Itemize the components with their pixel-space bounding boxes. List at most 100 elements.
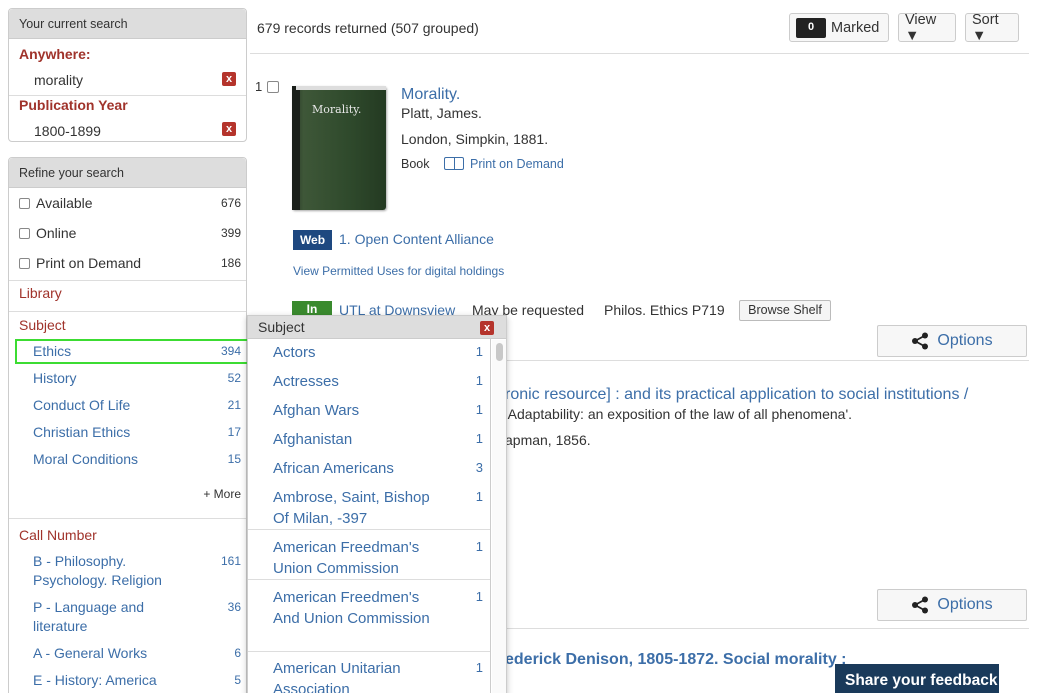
record2-note: 'Adaptability: an exposition of the law … — [505, 406, 853, 422]
popup-subject-american-unitarian[interactable]: American Unitarian Association 1 — [273, 658, 485, 693]
remove-anywhere-icon[interactable]: x — [222, 72, 236, 86]
facet-subject-christian-ethics[interactable]: Christian Ethics 17 — [33, 423, 242, 442]
subject-popup-header: Subject x — [248, 316, 506, 339]
divider — [250, 53, 1029, 54]
sort-dropdown[interactable]: Sort ▼ — [965, 12, 1019, 44]
close-icon[interactable]: x — [480, 321, 494, 335]
remove-pubyear-icon[interactable]: x — [222, 122, 236, 136]
facet-count: 15 — [227, 452, 241, 466]
divider — [248, 529, 490, 530]
book-spine — [292, 86, 300, 210]
popup-subject-afghanistan[interactable]: Afghanistan 1 — [273, 429, 485, 450]
record2-title-link[interactable]: ronic resource] : and its practical appl… — [505, 386, 968, 404]
record-format: Book — [401, 157, 430, 171]
criterion-value-anywhere: morality — [34, 72, 84, 88]
record2-options-button[interactable]: Options — [877, 589, 1027, 621]
share-icon — [912, 332, 929, 350]
popup-item-label: African Americans — [273, 460, 394, 477]
divider — [9, 280, 246, 281]
popup-scrollbar-thumb[interactable] — [496, 343, 503, 361]
selected-facet-highlight — [15, 339, 254, 364]
browse-shelf-button[interactable]: Browse Shelf — [739, 300, 831, 321]
facet-label: P - Language and literature — [33, 599, 145, 634]
divider — [248, 579, 490, 580]
filter-count: 186 — [220, 256, 241, 270]
record1-options-button[interactable]: Options — [877, 325, 1027, 357]
facet-call-number-a[interactable]: A - General Works 6 — [33, 644, 242, 663]
record-number: 1 — [255, 79, 263, 94]
popup-scrollbar[interactable] — [492, 340, 506, 693]
facet-subject-history[interactable]: History 52 — [33, 369, 242, 388]
popup-item-count: 1 — [475, 431, 483, 446]
online-access-link[interactable]: 1. Open Content Alliance — [339, 231, 494, 247]
facet-count: 36 — [227, 600, 241, 614]
facet-count: 161 — [220, 554, 241, 568]
facet-call-number-b[interactable]: B - Philosophy. Psychology. Religion 161 — [33, 552, 242, 590]
book-cover-title: Morality. — [312, 103, 362, 116]
popup-item-count: 1 — [475, 344, 483, 359]
facet-label: Moral Conditions — [33, 451, 139, 467]
marked-count: 0 — [807, 20, 815, 33]
criterion-field-pubyear: Publication Year — [19, 97, 128, 113]
popup-item-label: Actors — [273, 344, 316, 361]
records-count: 679 records returned (507 grouped) — [257, 20, 479, 36]
marked-label: Marked — [831, 19, 880, 36]
criterion-value-pubyear: 1800-1899 — [34, 123, 101, 139]
popup-subject-american-freedmens-and-union[interactable]: American Freedmen's And Union Commission… — [273, 587, 485, 629]
popup-subject-american-freedmans-union[interactable]: American Freedman's Union Commission 1 — [273, 537, 485, 579]
open-book-icon — [444, 157, 464, 170]
popup-item-count: 1 — [475, 589, 483, 604]
marked-button[interactable]: 0 Marked — [789, 13, 889, 42]
library-facet-heading[interactable]: Library — [19, 285, 62, 301]
popup-subject-afghan-wars[interactable]: Afghan Wars 1 — [273, 400, 485, 421]
popup-item-count: 1 — [475, 489, 483, 504]
call-number: Philos. Ethics P719 — [604, 302, 725, 318]
facet-count: 5 — [234, 673, 241, 687]
filter-online[interactable]: Online 399 — [19, 223, 242, 243]
facet-count: 21 — [227, 398, 241, 412]
facet-subject-conduct-of-life[interactable]: Conduct Of Life 21 — [33, 396, 242, 415]
record-select-checkbox[interactable] — [267, 81, 279, 93]
view-dropdown[interactable]: View ▼ — [898, 12, 956, 44]
divider — [9, 311, 246, 312]
record-title-link[interactable]: Morality. — [401, 86, 460, 104]
permitted-uses-link[interactable]: View Permitted Uses for digital holdings — [293, 264, 504, 278]
record3-title-link[interactable]: ederick Denison, 1805-1872. Social moral… — [505, 651, 847, 669]
online-checkbox[interactable] — [19, 227, 30, 239]
filter-label: Available — [36, 195, 93, 211]
filter-count: 676 — [220, 196, 241, 210]
book-cover-image[interactable]: Morality. — [292, 86, 386, 210]
facet-label: E - History: America — [33, 672, 157, 688]
popup-subject-actresses[interactable]: Actresses 1 — [273, 371, 485, 392]
divider — [248, 651, 490, 652]
facet-call-number-e[interactable]: E - History: America 5 — [33, 671, 242, 690]
print-on-demand-link[interactable]: Print on Demand — [444, 157, 564, 171]
refine-search-panel: Refine your search Available 676 Online … — [8, 157, 247, 693]
popup-subject-african-americans[interactable]: African Americans 3 — [273, 458, 485, 479]
popup-item-label: Ambrose, Saint, Bishop Of Milan, -397 — [273, 489, 430, 527]
popup-subject-ambrose[interactable]: Ambrose, Saint, Bishop Of Milan, -397 1 — [273, 487, 485, 529]
divider — [9, 95, 246, 96]
current-search-panel: Your current search Anywhere: morality x… — [8, 8, 247, 142]
popup-item-count: 1 — [475, 373, 483, 388]
facet-label: Christian Ethics — [33, 424, 131, 440]
print-on-demand-checkbox[interactable] — [19, 257, 30, 269]
call-number-facet-heading: Call Number — [19, 527, 97, 543]
record-author: Platt, James. — [401, 105, 482, 121]
web-badge: Web — [293, 230, 332, 250]
filter-count: 399 — [220, 226, 241, 240]
facet-call-number-p[interactable]: P - Language and literature 36 — [33, 598, 242, 636]
popup-item-label: Afghan Wars — [273, 402, 360, 419]
available-checkbox[interactable] — [19, 197, 30, 209]
popup-item-label: American Unitarian Association — [273, 660, 401, 693]
share-feedback-button[interactable]: Share your feedback — [835, 664, 999, 693]
popup-item-label: Afghanistan — [273, 431, 353, 448]
filter-print-on-demand[interactable]: Print on Demand 186 — [19, 253, 242, 273]
more-subjects-link[interactable]: + More — [203, 487, 241, 501]
filter-available[interactable]: Available 676 — [19, 193, 242, 213]
facet-count: 6 — [234, 646, 241, 660]
popup-subject-actors[interactable]: Actors 1 — [273, 342, 485, 363]
facet-subject-moral-conditions[interactable]: Moral Conditions 15 — [33, 450, 242, 469]
filter-label: Online — [36, 225, 77, 241]
facet-count: 52 — [227, 371, 241, 385]
